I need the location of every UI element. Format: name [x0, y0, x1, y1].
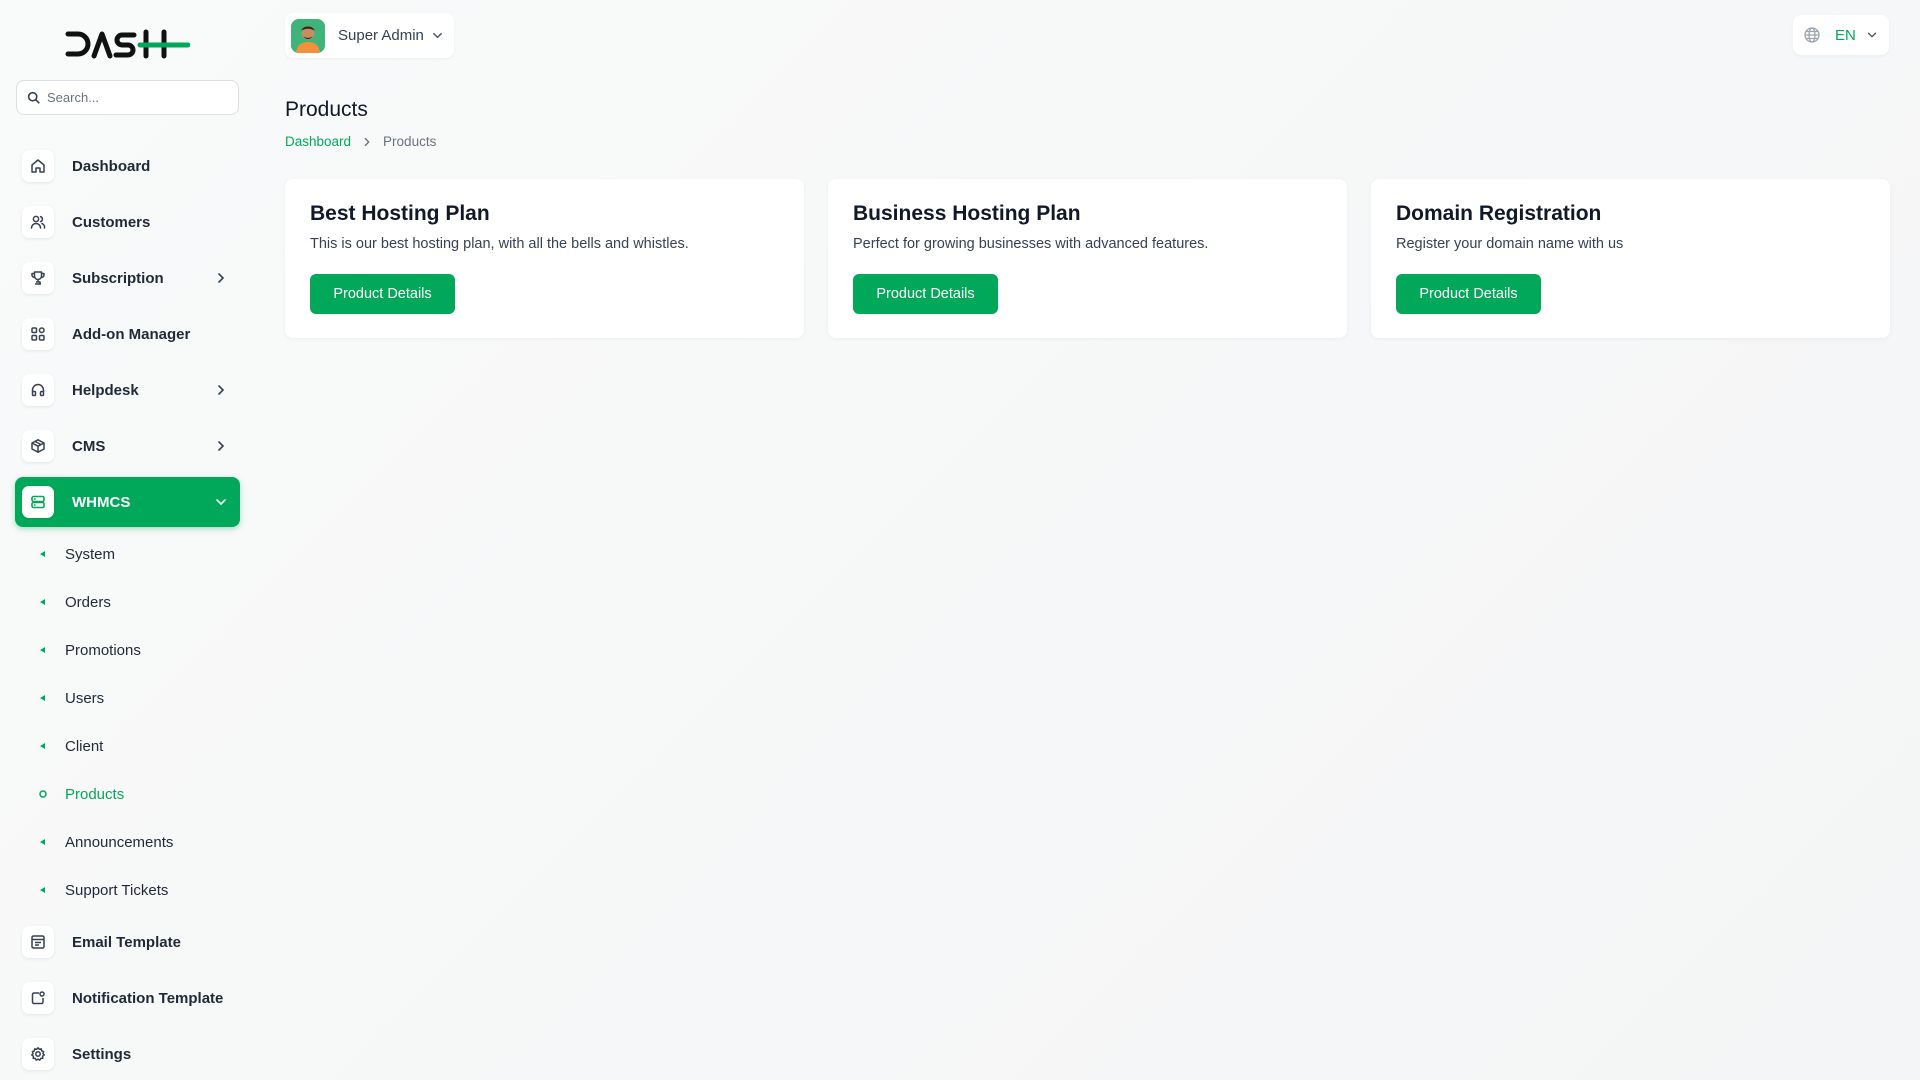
submenu-item-orders[interactable]: Orders — [38, 590, 111, 614]
sidebar-item-notification-template[interactable]: Notification Template — [15, 974, 240, 1022]
sidebar-item-label: Helpdesk — [72, 381, 139, 399]
chevron-right-icon — [218, 441, 225, 451]
trophy-icon — [31, 271, 45, 285]
sidebar: Dashboard Customers Subscription Add-on … — [0, 0, 255, 1080]
bullet-icon — [39, 790, 47, 798]
submenu-item-products[interactable]: Products — [38, 782, 124, 806]
product-card: Domain Registration Register your domain… — [1371, 179, 1890, 338]
user-name: Super Admin — [338, 27, 424, 44]
product-title: Business Hosting Plan — [853, 202, 1081, 225]
bullet-icon — [40, 887, 45, 893]
headphones-icon — [31, 383, 45, 397]
language-code: EN — [1835, 26, 1856, 44]
user-menu[interactable]: Super Admin — [285, 13, 454, 58]
product-description: Register your domain name with us — [1396, 236, 1624, 252]
product-title: Domain Registration — [1396, 202, 1602, 225]
product-details-button[interactable]: Product Details — [853, 274, 998, 314]
globe-icon — [1804, 27, 1820, 43]
sidebar-item-label: Email Template — [72, 933, 181, 951]
sidebar-item-whmcs[interactable]: WHMCS — [15, 477, 240, 527]
product-title: Best Hosting Plan — [310, 202, 490, 225]
sidebar-item-label: Notification Template — [72, 989, 224, 1007]
bullet-icon — [40, 647, 45, 653]
chevron-right-icon — [218, 273, 225, 283]
box-icon — [31, 439, 45, 453]
grid-icon — [31, 327, 45, 341]
product-card: Business Hosting Plan Perfect for growin… — [828, 179, 1347, 338]
sidebar-item-label: Settings — [72, 1045, 132, 1063]
breadcrumb-dashboard-link[interactable]: Dashboard — [285, 134, 351, 149]
product-card: Best Hosting Plan This is our best hosti… — [285, 179, 804, 338]
page-title: Products — [285, 98, 368, 121]
gear-icon — [31, 1047, 45, 1061]
sidebar-item-label: Dashboard — [72, 157, 151, 175]
search-icon — [27, 91, 40, 104]
notification-icon — [31, 991, 45, 1005]
chevron-down-icon — [433, 32, 442, 39]
product-description: This is our best hosting plan, with all … — [310, 236, 689, 252]
avatar-image — [291, 18, 325, 53]
bullet-icon — [40, 599, 45, 605]
sidebar-item-email-template[interactable]: Email Template — [15, 918, 240, 966]
bullet-icon — [40, 743, 45, 749]
submenu-item-system[interactable]: System — [38, 542, 115, 566]
bullet-icon — [40, 551, 45, 557]
sidebar-item-label: Add-on Manager — [72, 325, 191, 343]
chevron-right-icon — [364, 137, 370, 146]
product-details-button[interactable]: Product Details — [1396, 274, 1541, 314]
submenu-item-promotions[interactable]: Promotions — [38, 638, 141, 662]
sidebar-item-settings[interactable]: Settings — [15, 1030, 240, 1078]
sidebar-item-subscription[interactable]: Subscription — [15, 254, 240, 302]
sidebar-item-label: WHMCS — [72, 493, 131, 511]
search-input[interactable] — [47, 90, 227, 105]
sidebar-item-label: Customers — [72, 213, 151, 231]
chevron-right-icon — [218, 385, 225, 395]
product-description: Perfect for growing businesses with adva… — [853, 236, 1209, 252]
sidebar-item-customers[interactable]: Customers — [15, 198, 240, 246]
sidebar-item-dashboard[interactable]: Dashboard — [15, 142, 240, 190]
sidebar-item-addon-manager[interactable]: Add-on Manager — [15, 310, 240, 358]
language-selector[interactable]: EN — [1793, 15, 1889, 55]
search-box[interactable] — [16, 80, 239, 115]
users-icon — [30, 215, 46, 229]
chevron-down-icon — [216, 499, 226, 506]
submenu-item-users[interactable]: Users — [38, 686, 104, 710]
sidebar-item-label: Subscription — [72, 269, 164, 287]
template-icon — [31, 935, 45, 949]
bullet-icon — [40, 839, 45, 845]
chevron-down-icon — [1867, 32, 1876, 38]
breadcrumb-current: Products — [383, 134, 437, 149]
sidebar-item-helpdesk[interactable]: Helpdesk — [15, 366, 240, 414]
sidebar-item-cms[interactable]: CMS — [15, 422, 240, 470]
dash-logo[interactable] — [64, 28, 190, 62]
breadcrumb: Dashboard Products — [285, 134, 436, 149]
sidebar-item-label: CMS — [72, 437, 106, 455]
server-icon — [31, 495, 45, 509]
home-icon — [31, 159, 45, 173]
avatar — [291, 18, 325, 53]
bullet-icon — [40, 695, 45, 701]
submenu-item-client[interactable]: Client — [38, 734, 103, 758]
product-details-button[interactable]: Product Details — [310, 274, 455, 314]
submenu-item-announcements[interactable]: Announcements — [38, 830, 173, 854]
submenu-item-support-tickets[interactable]: Support Tickets — [38, 878, 168, 902]
